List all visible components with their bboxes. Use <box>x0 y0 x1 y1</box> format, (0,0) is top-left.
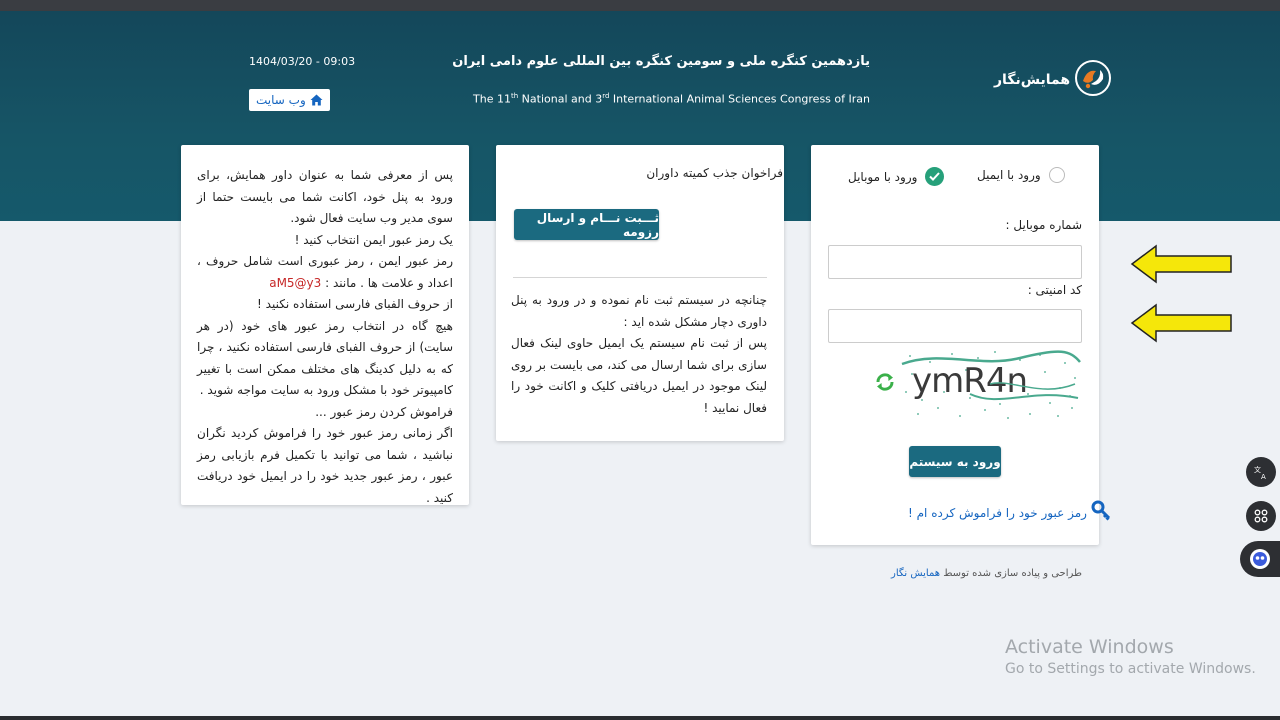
security-code-label: کد امنیتی : <box>1027 283 1082 297</box>
help-activation-line: پس از ثبت نام سیستم یک ایمیل حاوی لینک ف… <box>511 336 767 415</box>
login-card <box>811 145 1099 545</box>
forgot-password-link[interactable]: رمز عبور خود را فراموش کرده ام ! <box>908 500 1111 525</box>
credit-brand-link[interactable]: همایش نگار <box>891 568 940 579</box>
arrow-pointer-icon <box>1130 244 1234 288</box>
guideline-forgot-detail: اگر زمانی رمز عبور خود را فراموش کردید ن… <box>197 426 453 505</box>
register-and-send-resume-button[interactable]: ثـــبت نـــام و ارسال رزومه <box>514 209 659 240</box>
radio-unchecked-icon <box>1048 167 1065 183</box>
logo-emblem-icon <box>1074 59 1112 101</box>
site-logo[interactable]: همایش‌نگار <box>994 59 1112 101</box>
mid-divider <box>513 277 767 278</box>
taskbar-edge <box>0 716 1280 720</box>
translate-icon[interactable]: 文A <box>1246 457 1276 487</box>
registration-help-text: چنانچه در سیستم ثبت نام نموده و در ورود … <box>511 290 767 419</box>
svg-text:文: 文 <box>1254 465 1261 474</box>
reviewer-call-title: فراخوان جذب کمیته داوران <box>646 166 783 180</box>
radio-login-email[interactable]: ورود با ایمیل <box>977 167 1065 183</box>
guideline-forgot-title: فراموش کردن رمز عبور ... <box>315 404 453 419</box>
header-datetime: 1404/03/20 - 09:03 <box>249 55 356 68</box>
assistant-bot-icon[interactable] <box>1240 541 1280 577</box>
captcha-image: ymR4n <box>900 348 1082 422</box>
key-icon <box>1091 500 1111 525</box>
congress-title-fa: یازدهمین کنگره ملی و سومین کنگره بین الم… <box>452 54 870 69</box>
reviewer-guidelines-card: پس از معرفی شما به عنوان داور همایش، برا… <box>181 145 469 505</box>
website-button[interactable]: وب سایت <box>249 89 330 111</box>
guideline-secure-password: یک رمز عبور ایمن انتخاب کنید ! <box>294 232 453 247</box>
radio-email-label: ورود با ایمیل <box>977 168 1041 182</box>
guideline-persian-detail: هیچ گاه در انتخاب رمز عبور های خود (در ه… <box>197 318 453 398</box>
radio-mobile-label: ورود با موبایل <box>848 169 918 184</box>
security-code-input[interactable] <box>828 309 1082 343</box>
browser-top-strip <box>0 0 1280 11</box>
congress-title-en: The 11th National and 3rd International … <box>473 92 870 106</box>
check-icon <box>925 167 945 186</box>
logo-text: همایش‌نگار <box>994 72 1071 88</box>
login-button[interactable]: ورود به سیستم <box>909 446 1001 477</box>
activate-windows-watermark: Activate Windows Go to Settings to activ… <box>1005 636 1256 677</box>
svg-text:A: A <box>1261 473 1266 480</box>
guideline-activation: پس از معرفی شما به عنوان داور همایش، برا… <box>197 168 453 225</box>
arrow-pointer-icon <box>1130 303 1234 347</box>
mobile-number-label: شماره موبایل : <box>1005 218 1082 232</box>
radio-login-mobile[interactable]: ورود با موبایل <box>848 167 945 186</box>
home-icon <box>310 94 323 106</box>
mobile-number-input[interactable] <box>828 245 1082 279</box>
apps-grid-icon[interactable] <box>1246 501 1276 531</box>
footer-credit: طراحی و پیاده سازی شده توسط همایش نگار <box>891 568 1082 579</box>
guideline-no-persian: از حروف الفبای فارسی استفاده نکنید ! <box>257 297 453 311</box>
guideline-password-example: رمز عبور ایمن ، رمز عبوری است شامل حروف … <box>197 254 453 290</box>
help-problem-line: چنانچه در سیستم ثبت نام نموده و در ورود … <box>511 293 767 329</box>
guidelines-text: پس از معرفی شما به عنوان داور همایش، برا… <box>197 165 453 509</box>
website-button-label: وب سایت <box>256 93 306 107</box>
password-example: aM5@y3 <box>269 275 322 290</box>
captcha-text: ymR4n <box>912 361 1027 401</box>
refresh-captcha-icon[interactable] <box>874 371 896 397</box>
forgot-password-label: رمز عبور خود را فراموش کرده ام ! <box>908 505 1087 520</box>
